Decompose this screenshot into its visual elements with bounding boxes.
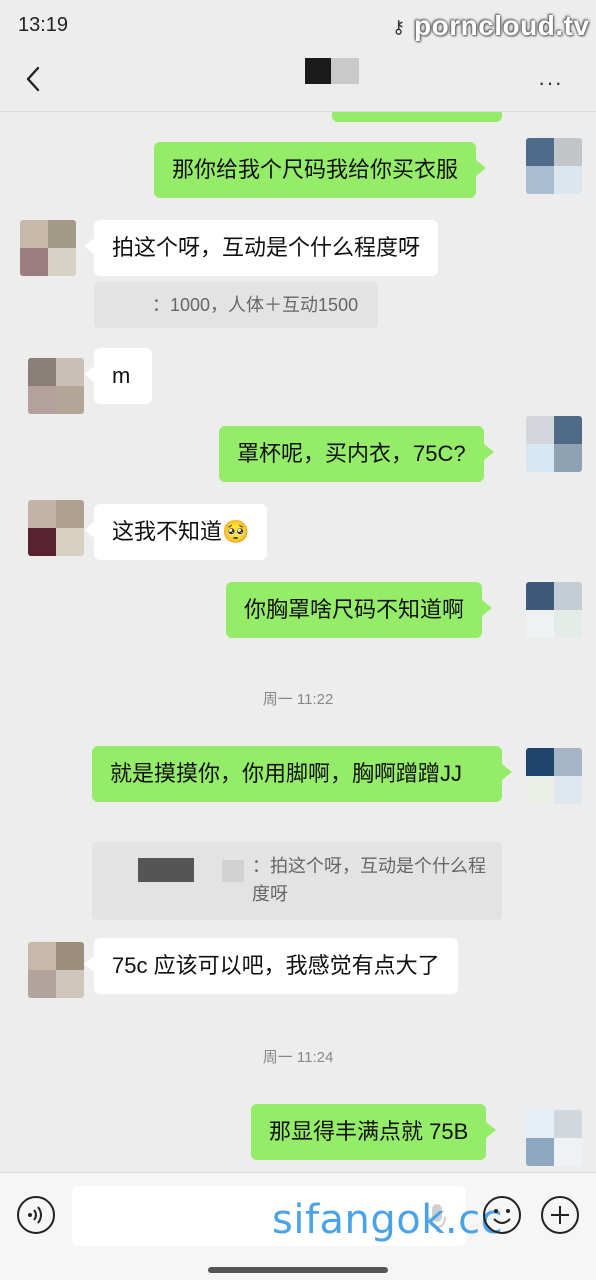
self-avatar[interactable] bbox=[526, 582, 582, 638]
redaction-block-light bbox=[331, 58, 359, 84]
self-avatar[interactable] bbox=[526, 748, 582, 804]
time-separator: 周一 11:24 bbox=[262, 1049, 334, 1066]
time-separator: 周一 11:22 bbox=[262, 691, 334, 708]
message-bubble-out[interactable]: 那显得丰满点就 75B bbox=[251, 1104, 497, 1160]
contact-avatar[interactable] bbox=[20, 220, 76, 276]
status-time: 13:19 bbox=[18, 14, 69, 36]
message-bubble-out[interactable]: 就是摸摸你，你用脚啊，胸啊蹭蹭JJ bbox=[92, 746, 512, 802]
watermark-top: porncloud.tv bbox=[414, 10, 590, 41]
message-bubble-out[interactable]: 罩杯呢，买内衣，75C? bbox=[219, 426, 494, 482]
home-indicator bbox=[208, 1267, 388, 1273]
voice-toggle-icon[interactable] bbox=[16, 1195, 56, 1235]
partial-message-bubble bbox=[332, 112, 502, 122]
redaction-block-light bbox=[222, 860, 244, 882]
message-bubble-in[interactable]: 拍这个呀，互动是个什么程度呀 bbox=[83, 220, 439, 276]
chat-area[interactable]: 那你给我个尺码我给你买衣服 拍这个呀，互动是个什么程度呀 ：1000，人体＋互动… bbox=[0, 112, 596, 1172]
self-avatar[interactable] bbox=[526, 138, 582, 194]
quoted-reply[interactable]: ：拍这个呀，互动是个什么程度呀 bbox=[92, 842, 502, 920]
contact-avatar[interactable] bbox=[28, 942, 84, 998]
key-icon: ⚷ bbox=[392, 17, 406, 37]
redaction-block-dark bbox=[138, 858, 194, 882]
input-bar: sifangok.cc bbox=[0, 1172, 596, 1280]
message-bubble-out[interactable]: 你胸罩啥尺码不知道啊 bbox=[226, 582, 493, 638]
contact-avatar[interactable] bbox=[28, 358, 84, 414]
message-bubble-in[interactable]: m bbox=[84, 348, 152, 404]
status-bar: 13:19 ⚷ porncloud.tv bbox=[0, 0, 596, 52]
contact-avatar[interactable] bbox=[28, 500, 84, 556]
quoted-text: ：拍这个呀，互动是个什么程度呀 bbox=[252, 856, 486, 904]
watermark-bottom: sifangok.cc bbox=[272, 1197, 504, 1243]
plus-icon[interactable] bbox=[540, 1195, 580, 1235]
redaction-block-dark bbox=[305, 58, 331, 84]
more-options-icon[interactable]: ··· bbox=[538, 70, 563, 96]
self-avatar[interactable] bbox=[526, 416, 582, 472]
chat-title-redacted[interactable] bbox=[305, 58, 359, 84]
back-icon[interactable] bbox=[18, 62, 52, 96]
nav-bar: ··· bbox=[0, 52, 596, 112]
self-avatar[interactable] bbox=[526, 1110, 582, 1166]
message-bubble-out[interactable]: 那你给我个尺码我给你买衣服 bbox=[154, 142, 487, 198]
quoted-reply[interactable]: ：1000，人体＋互动1500 bbox=[94, 282, 378, 328]
emoji-icon[interactable] bbox=[482, 1195, 522, 1235]
message-bubble-in[interactable]: 75c 应该可以吧，我感觉有点大了 bbox=[84, 938, 458, 994]
quoted-text: ：1000，人体＋互动1500 bbox=[152, 295, 359, 315]
message-bubble-in[interactable]: 这我不知道🥺 bbox=[83, 504, 268, 560]
